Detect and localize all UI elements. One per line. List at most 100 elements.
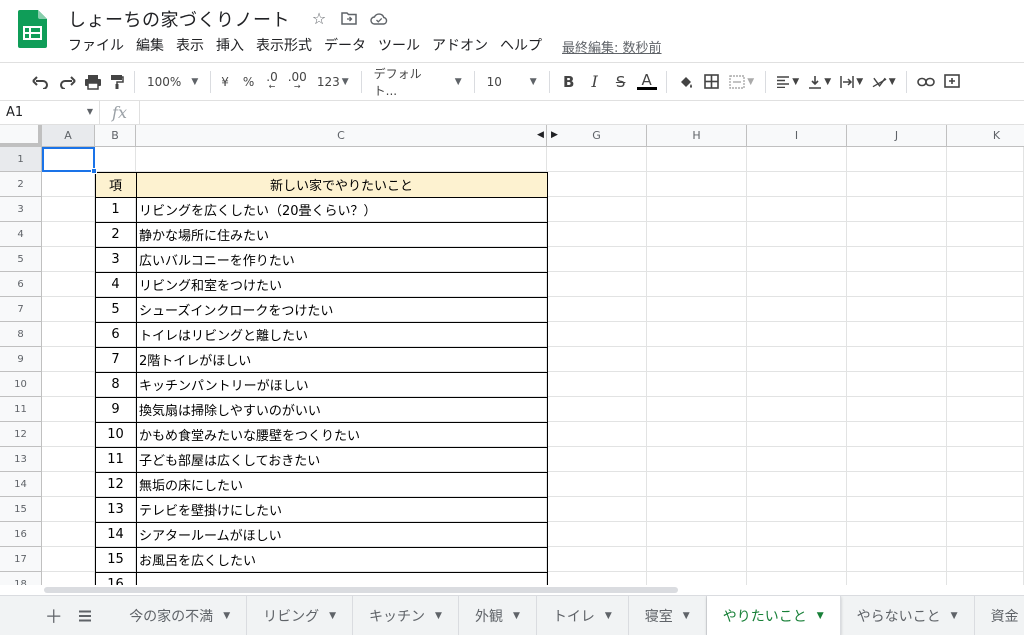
sheet-tab[interactable]: やりたいこと ▼ [706, 596, 841, 635]
row-header-11[interactable]: 11 [0, 397, 42, 422]
table-cell-number[interactable]: 6 [95, 322, 136, 347]
table-header-title[interactable]: 新しい家でやりたいこと [136, 172, 547, 197]
column-header-j[interactable]: J [847, 125, 947, 147]
row-header-2[interactable]: 2 [0, 172, 42, 197]
decrease-decimal-button[interactable]: .0 ← [262, 69, 281, 95]
column-header-a[interactable]: A [42, 125, 95, 147]
sheet-tab[interactable]: 外観 ▼ [459, 596, 537, 635]
row-header-4[interactable]: 4 [0, 222, 42, 247]
italic-button[interactable]: I [582, 69, 608, 95]
table-cell-number[interactable]: 7 [95, 347, 136, 372]
horizontal-align-icon[interactable]: ▼ [772, 69, 804, 95]
sheet-tab[interactable]: やらないこと ▼ [841, 596, 975, 635]
table-cell-number[interactable]: 11 [95, 447, 136, 472]
percent-format-button[interactable]: % [239, 69, 258, 95]
table-cell-text[interactable]: リビング和室をつけたい [136, 272, 547, 297]
table-cell-number[interactable]: 9 [95, 397, 136, 422]
caret-down-icon[interactable]: ▼ [817, 611, 824, 621]
text-color-button[interactable]: A [634, 69, 660, 95]
table-cell-number[interactable]: 14 [95, 522, 136, 547]
table-cell-text[interactable]: 無垢の床にしたい [136, 472, 547, 497]
hidden-columns-left-icon[interactable]: ◀ [537, 130, 544, 140]
table-cell-number[interactable]: 10 [95, 422, 136, 447]
caret-down-icon[interactable]: ▼ [435, 611, 442, 621]
sheet-tab[interactable]: 今の家の不満 ▼ [113, 596, 248, 635]
text-rotation-icon[interactable]: ▼ [868, 69, 900, 95]
more-formats-select[interactable]: 123 ▼ [311, 75, 355, 89]
sheet-tab[interactable]: リビング ▼ [247, 596, 354, 635]
sheet-tab[interactable]: キッチン ▼ [353, 596, 459, 635]
column-header-i[interactable]: I [747, 125, 847, 147]
row-header-17[interactable]: 17 [0, 547, 42, 572]
redo-icon[interactable] [54, 69, 80, 95]
insert-link-icon[interactable] [913, 69, 939, 95]
table-cell-text[interactable]: シューズインクロークをつけたい [136, 297, 547, 322]
active-cell-selection[interactable] [42, 147, 95, 172]
row-header-3[interactable]: 3 [0, 197, 42, 222]
table-cell-number[interactable]: 3 [95, 247, 136, 272]
row-header-13[interactable]: 13 [0, 447, 42, 472]
hidden-columns-right-icon[interactable]: ▶ [551, 130, 558, 140]
row-header-5[interactable]: 5 [0, 247, 42, 272]
table-cell-text[interactable]: シアタールームがほしい [136, 522, 547, 547]
merge-cells-icon[interactable]: ▼ [725, 69, 759, 95]
table-cell-text[interactable]: かもめ食堂みたいな腰壁をつくりたい [136, 422, 547, 447]
insert-comment-icon[interactable] [939, 69, 965, 95]
table-cell-number[interactable]: 1 [95, 197, 136, 222]
table-cell-number[interactable]: 15 [95, 547, 136, 572]
column-header-g[interactable]: G [547, 125, 647, 147]
caret-down-icon[interactable]: ▼ [951, 611, 958, 621]
row-header-14[interactable]: 14 [0, 472, 42, 497]
strikethrough-button[interactable]: S [608, 69, 634, 95]
undo-icon[interactable] [28, 69, 54, 95]
menu-file[interactable]: ファイル [62, 34, 130, 58]
caret-down-icon[interactable]: ▼ [329, 611, 336, 621]
caret-down-icon[interactable]: ▼ [605, 611, 612, 621]
print-icon[interactable] [80, 69, 106, 95]
all-sheets-icon[interactable] [70, 596, 102, 635]
table-cell-text[interactable] [136, 572, 547, 585]
fill-color-icon[interactable] [673, 69, 699, 95]
table-cell-text[interactable]: トイレはリビングと離したい [136, 322, 547, 347]
table-cell-number[interactable]: 8 [95, 372, 136, 397]
table-cell-number[interactable]: 2 [95, 222, 136, 247]
document-title[interactable]: しょーちの家づくりノート [68, 6, 290, 32]
table-cell-text[interactable]: 子ども部屋は広くしておきたい [136, 447, 547, 472]
table-header-number[interactable]: 項 [95, 172, 136, 197]
row-header-8[interactable]: 8 [0, 322, 42, 347]
menu-edit[interactable]: 編集 [130, 34, 170, 58]
menu-data[interactable]: データ [318, 34, 372, 58]
horizontal-scrollbar[interactable] [0, 585, 1024, 595]
last-edit-link[interactable]: 最終編集: 数秒前 [562, 37, 662, 56]
borders-icon[interactable] [699, 69, 725, 95]
row-header-1[interactable]: 1 [0, 147, 42, 172]
column-header-h[interactable]: H [647, 125, 747, 147]
table-cell-text[interactable]: 2階トイレがほしい [136, 347, 547, 372]
row-header-9[interactable]: 9 [0, 347, 42, 372]
sheet-tab[interactable]: 資金 [975, 596, 1024, 635]
vertical-align-icon[interactable]: ▼ [804, 69, 836, 95]
text-wrap-icon[interactable]: ▼ [836, 69, 868, 95]
caret-down-icon[interactable]: ▼ [223, 611, 230, 621]
caret-down-icon[interactable]: ▼ [683, 611, 690, 621]
table-cell-number[interactable]: 12 [95, 472, 136, 497]
font-family-select[interactable]: デフォルト... ▼ [368, 65, 468, 99]
menu-tools[interactable]: ツール [372, 34, 426, 58]
row-header-7[interactable]: 7 [0, 297, 42, 322]
row-header-12[interactable]: 12 [0, 422, 42, 447]
table-cell-number[interactable]: 16 [95, 572, 136, 585]
fill-handle[interactable] [91, 168, 97, 174]
spreadsheet-grid[interactable]: A B C G H I J K ◀ ▶ 1 2 3 4 5 6 7 8 9 10 11 12 13 14 15 16 17 18 項新し… [0, 125, 1024, 585]
scrollbar-thumb[interactable] [44, 587, 678, 593]
currency-format-button[interactable]: ¥ [217, 69, 233, 95]
row-header-18[interactable]: 18 [0, 572, 42, 585]
table-cell-text[interactable]: 静かな場所に住みたい [136, 222, 547, 247]
table-cell-number[interactable]: 4 [95, 272, 136, 297]
row-header-16[interactable]: 16 [0, 522, 42, 547]
column-header-c[interactable]: C [136, 125, 547, 147]
paint-format-icon[interactable] [106, 69, 128, 95]
font-size-select[interactable]: 10 ▼ [481, 75, 543, 89]
row-header-6[interactable]: 6 [0, 272, 42, 297]
formula-input[interactable] [140, 101, 1024, 125]
row-header-15[interactable]: 15 [0, 497, 42, 522]
